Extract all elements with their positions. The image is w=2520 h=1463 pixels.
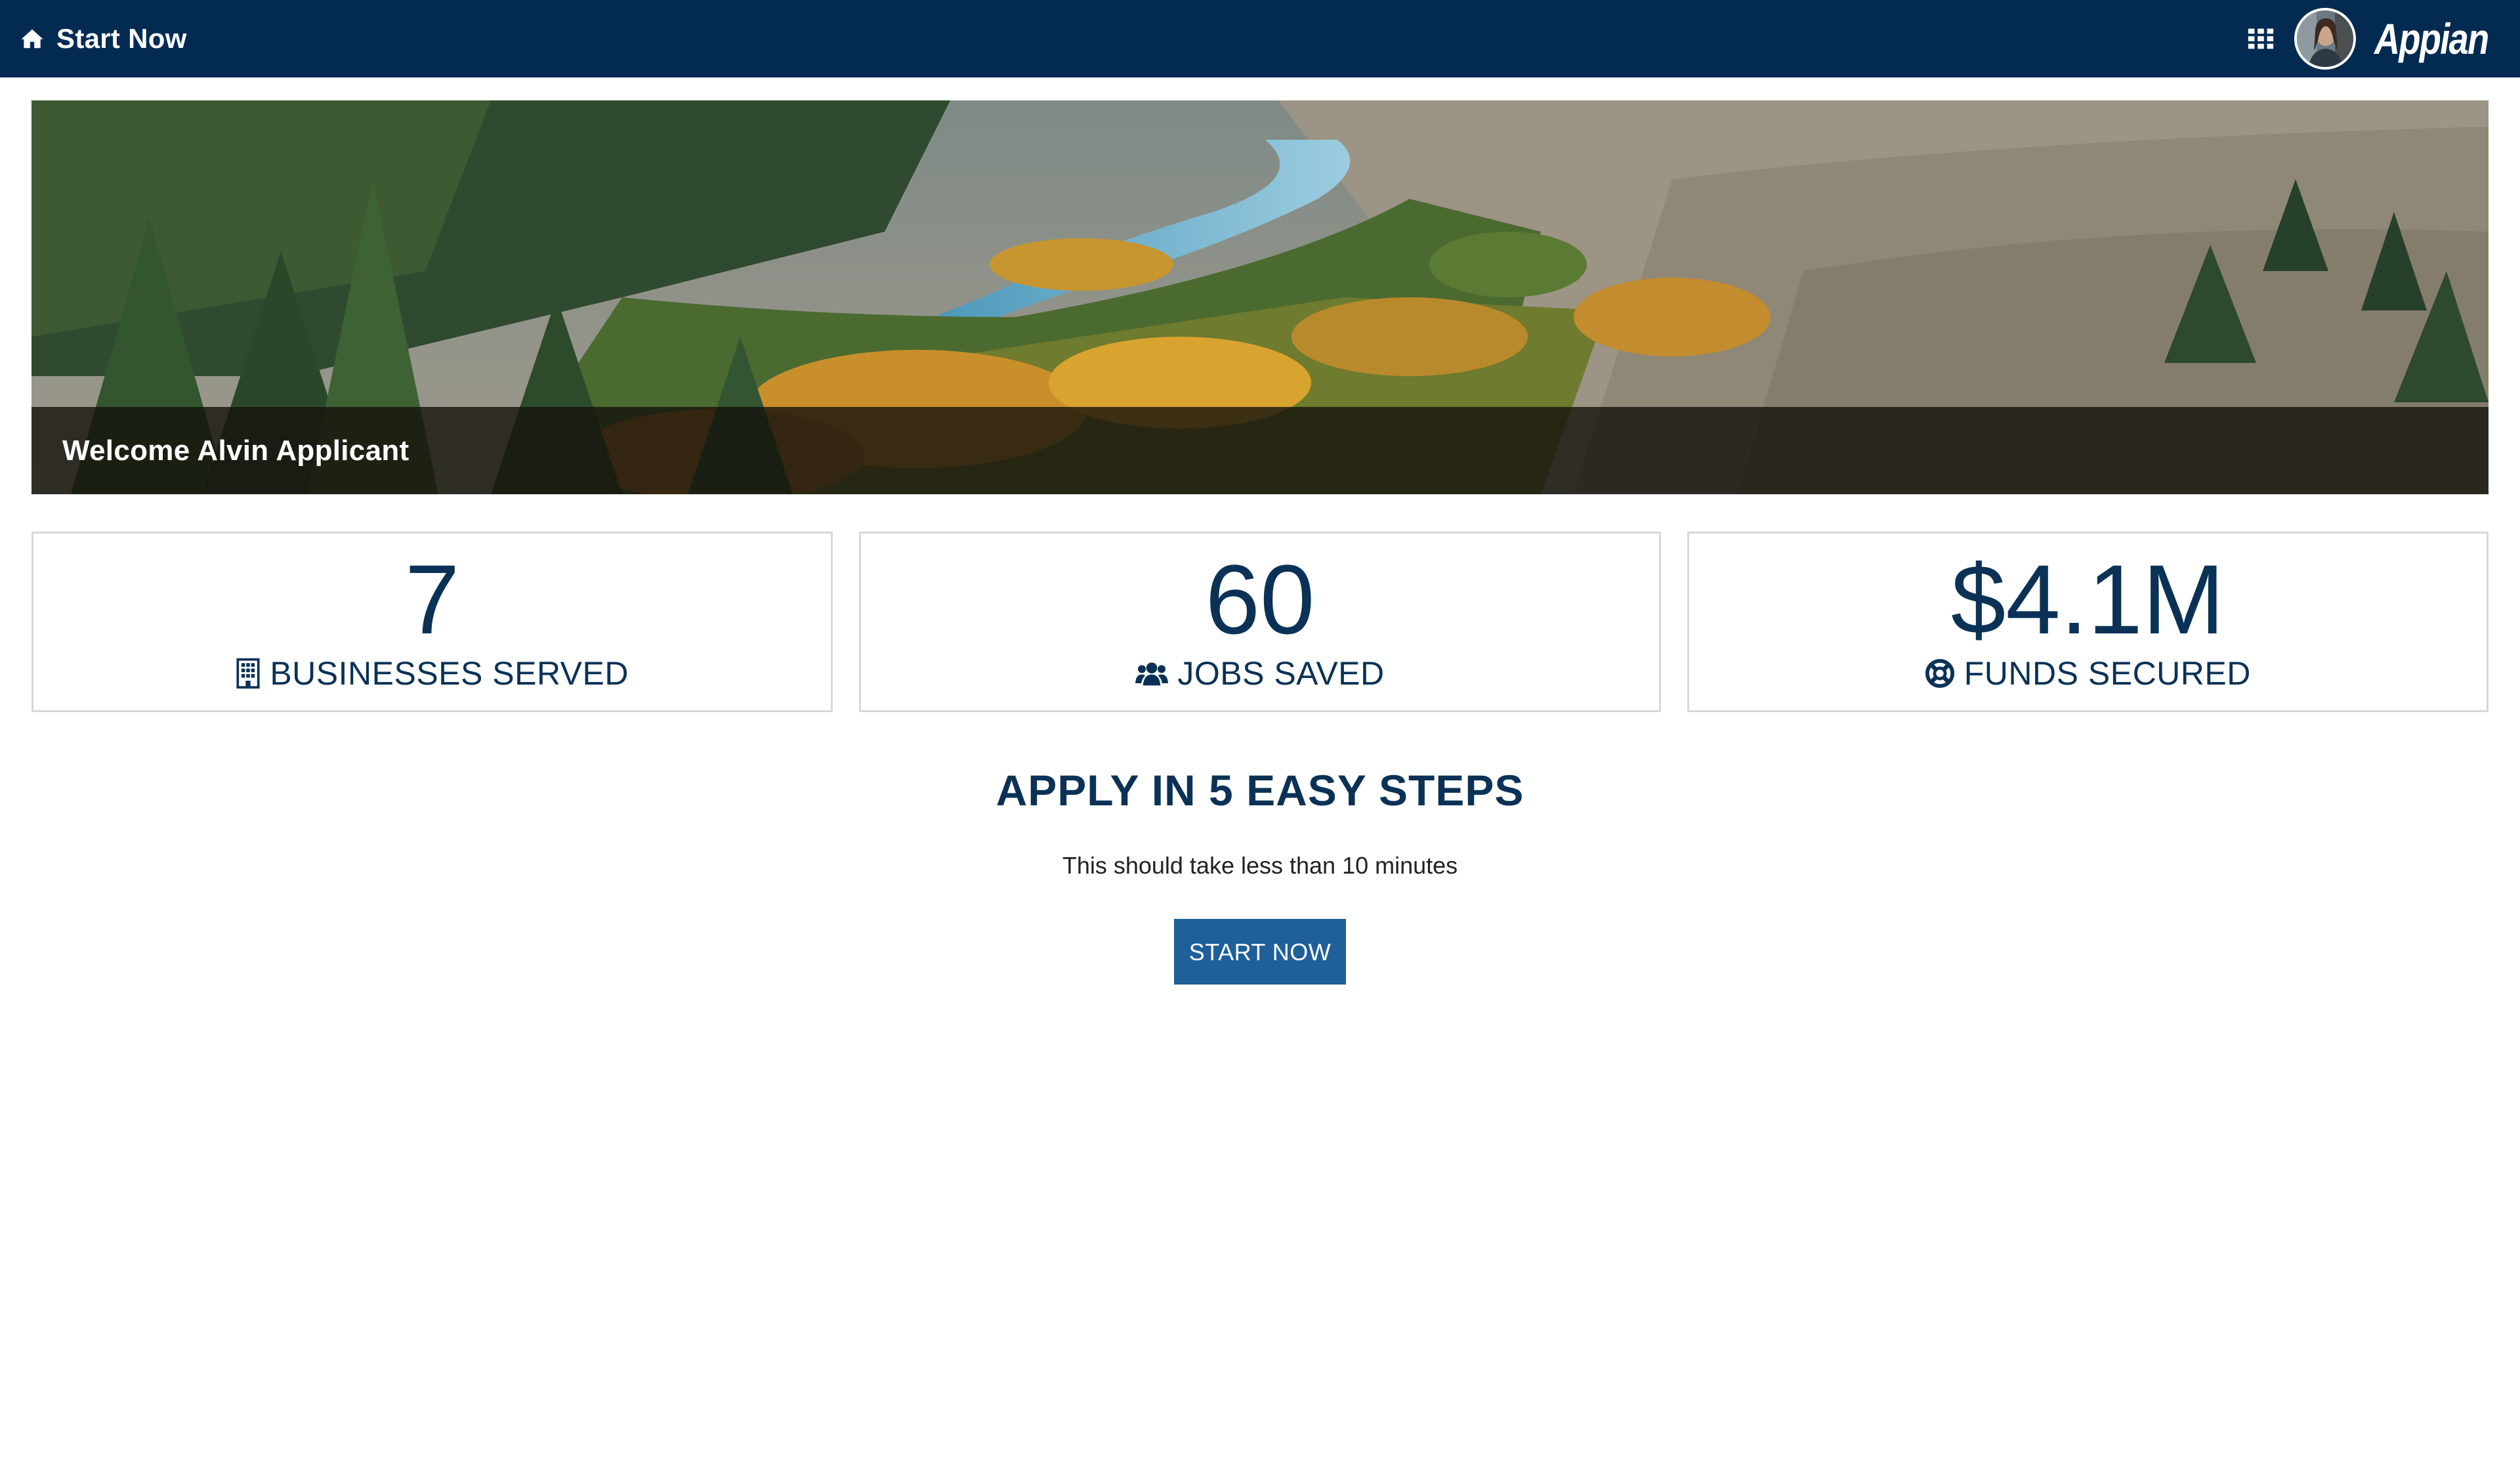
users-icon [1135, 662, 1169, 686]
home-icon [21, 29, 43, 49]
grid-icon[interactable] [2246, 24, 2276, 54]
building-icon [236, 658, 260, 689]
home-link-label: Start Now [56, 23, 187, 54]
top-navigation-bar: Start Now Appian [0, 0, 2520, 77]
user-photo [2297, 11, 2354, 67]
stat-label: FUNDS SECURED [1964, 655, 2251, 692]
stats-row: 7 BUSINESSES SERVED 60 JOBS SAVED $4.1M … [32, 532, 2488, 712]
user-avatar[interactable] [2294, 8, 2357, 70]
start-now-button[interactable]: START NOW [1174, 919, 1346, 985]
appian-logo: Appian [2374, 14, 2489, 63]
stat-card-funds: $4.1M FUNDS SECURED [1687, 532, 2488, 712]
apply-subtitle: This should take less than 10 minutes [1062, 852, 1458, 879]
apply-section: APPLY IN 5 EASY STEPS This should take l… [0, 761, 2520, 985]
stat-value: 7 [404, 544, 460, 654]
stat-label: BUSINESSES SERVED [270, 655, 629, 692]
stat-card-businesses: 7 BUSINESSES SERVED [32, 532, 833, 712]
hero-banner: Welcome Alvin Applicant [32, 100, 2488, 494]
stat-card-jobs: 60 JOBS SAVED [859, 532, 1661, 712]
hero-caption-bar: Welcome Alvin Applicant [32, 407, 2488, 494]
apply-title: APPLY IN 5 EASY STEPS [996, 766, 1524, 815]
stat-value: 60 [1205, 544, 1315, 654]
home-link[interactable]: Start Now [20, 23, 187, 54]
stat-value: $4.1M [1950, 544, 2225, 654]
life-ring-icon [1925, 658, 1954, 689]
stat-label: JOBS SAVED [1177, 655, 1385, 692]
welcome-message: Welcome Alvin Applicant [62, 434, 410, 467]
